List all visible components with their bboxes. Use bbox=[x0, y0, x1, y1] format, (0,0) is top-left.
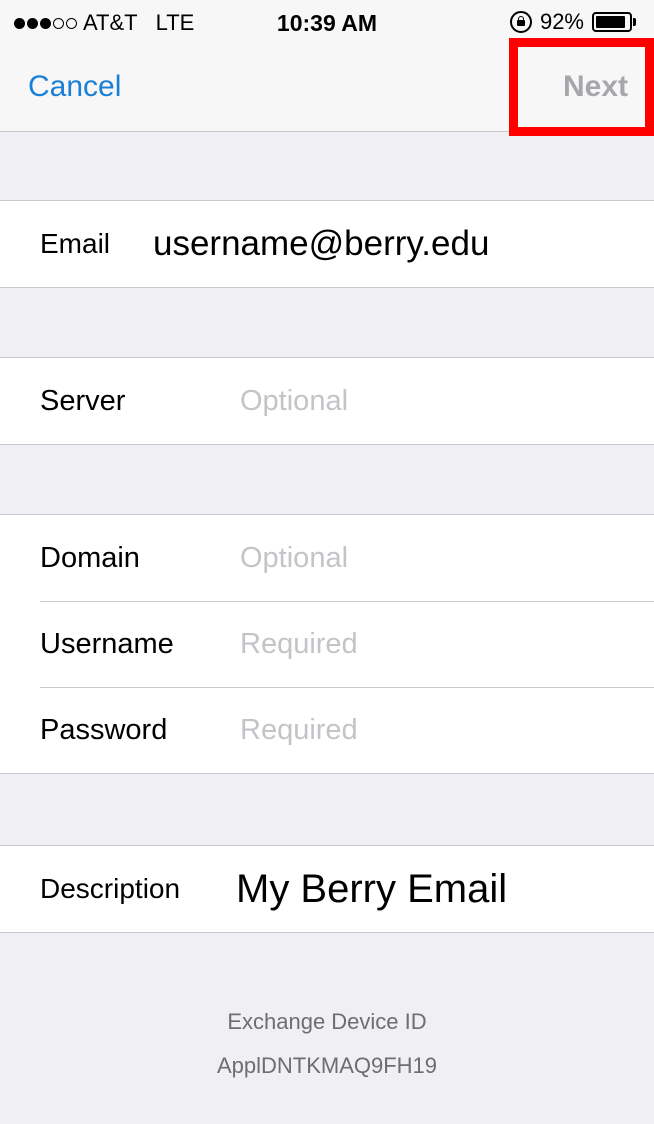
password-field[interactable]: Required bbox=[240, 714, 358, 747]
battery-icon bbox=[592, 12, 636, 32]
cancel-button[interactable]: Cancel bbox=[28, 70, 121, 104]
description-group: Description My Berry Email bbox=[0, 845, 654, 933]
email-group: Email username@berry.edu bbox=[0, 200, 654, 288]
description-label: Description bbox=[40, 873, 181, 904]
email-label: Email bbox=[40, 228, 111, 259]
battery-percent: 92% bbox=[539, 9, 584, 34]
battery-fill bbox=[596, 16, 626, 28]
device-id-value: ApplDNTKMAQ9FH19 bbox=[216, 1053, 438, 1078]
description-field[interactable]: My Berry Email bbox=[236, 867, 507, 912]
rotation-lock-icon bbox=[509, 11, 532, 33]
username-label: Username bbox=[40, 627, 174, 660]
description-row[interactable]: Description My Berry Email bbox=[0, 846, 654, 932]
server-row[interactable]: Server Optional bbox=[0, 358, 654, 444]
domain-row[interactable]: Domain Optional bbox=[0, 515, 654, 601]
next-button-highlight bbox=[509, 38, 654, 136]
device-id-footer: Exchange Device ID ApplDNTKMAQ9FH19 bbox=[0, 1000, 654, 1088]
password-label: Password bbox=[40, 713, 168, 746]
server-field[interactable]: Optional bbox=[240, 385, 348, 418]
email-row[interactable]: Email username@berry.edu bbox=[0, 201, 654, 287]
server-group: Server Optional bbox=[0, 357, 654, 445]
username-row[interactable]: Username Required bbox=[0, 601, 654, 687]
username-field[interactable]: Required bbox=[240, 628, 358, 661]
device-id-title: Exchange Device ID bbox=[227, 1009, 427, 1034]
status-right: 92% bbox=[509, 9, 636, 35]
domain-field[interactable]: Optional bbox=[240, 542, 348, 575]
email-field[interactable]: username@berry.edu bbox=[153, 224, 489, 264]
password-row[interactable]: Password Required bbox=[0, 687, 654, 773]
server-label: Server bbox=[40, 384, 126, 417]
credentials-group: Domain Optional Username Required Passwo… bbox=[0, 514, 654, 774]
domain-label: Domain bbox=[40, 541, 140, 574]
